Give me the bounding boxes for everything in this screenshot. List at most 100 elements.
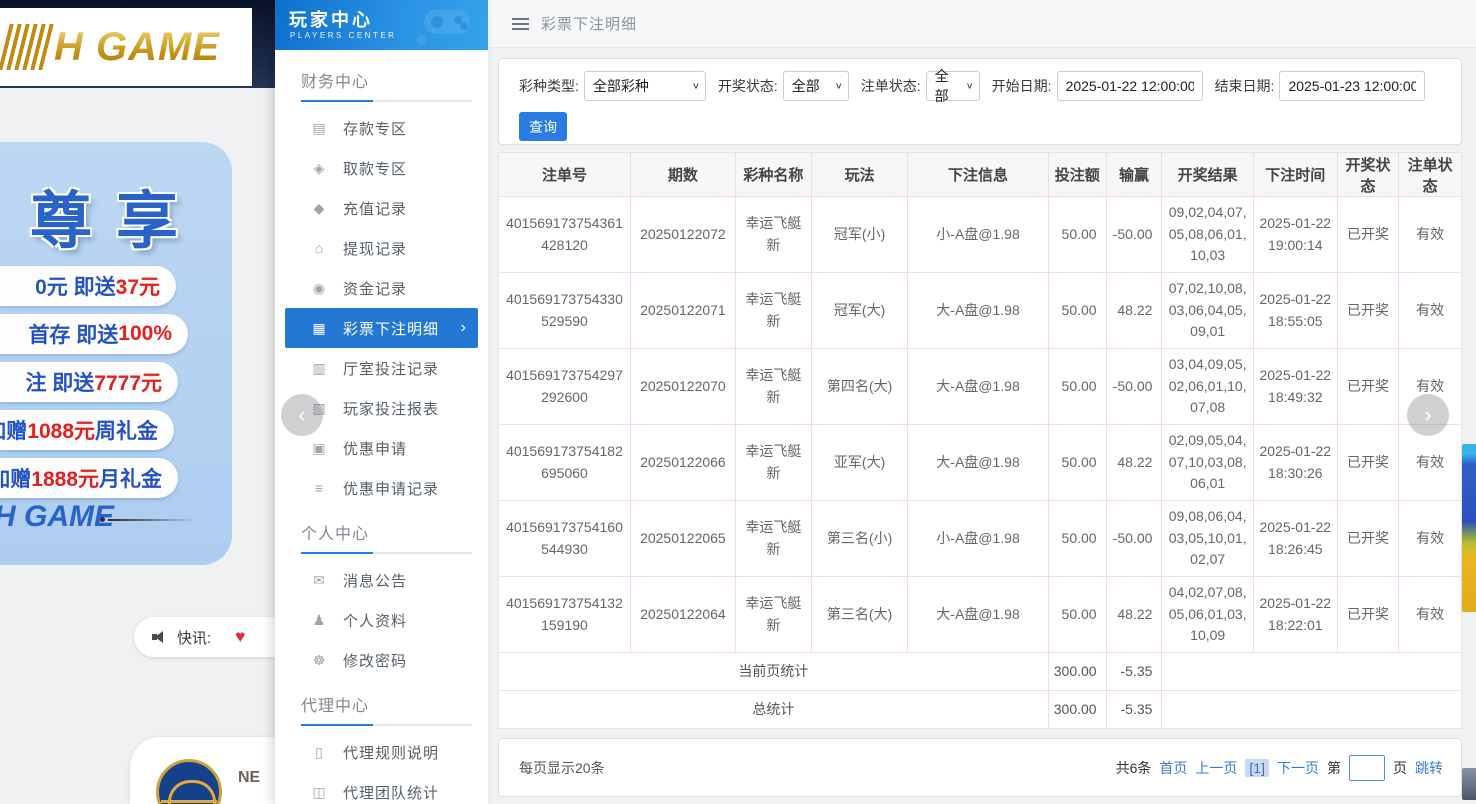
promo-pill-text: 首存 即送 bbox=[28, 324, 119, 347]
table-cell: 02,09,05,04,07,10,03,08,06,01 bbox=[1161, 424, 1254, 501]
floating-widget-edge[interactable] bbox=[1462, 444, 1476, 612]
table-cell: 50.00 bbox=[1047, 196, 1107, 273]
table-cell: 2025-01-22 18:26:45 bbox=[1252, 500, 1338, 577]
hh-game-logo: H GAME bbox=[0, 8, 252, 86]
table-cell: 2025-01-22 18:22:01 bbox=[1252, 576, 1338, 653]
table-cell: 幸运飞艇新 bbox=[734, 500, 812, 577]
sidebar-item-change-password[interactable]: ☸ 修改密码 bbox=[285, 640, 478, 680]
table-cell: 冠军(小) bbox=[810, 196, 909, 273]
first-page-link[interactable]: 首页 bbox=[1159, 758, 1187, 778]
nav-arrow-left-icon[interactable]: ‹ bbox=[281, 394, 323, 436]
lottery-type-label: 彩种类型: bbox=[519, 78, 579, 94]
sidebar-item-label: 代理团队统计 bbox=[343, 784, 440, 802]
table-cell: 小-A盘@1.98 bbox=[907, 196, 1049, 273]
table-cell: 20250122064 bbox=[629, 576, 736, 653]
sidebar-item-label: 玩家投注报表 bbox=[343, 400, 440, 418]
sidebar-item-personal-profile[interactable]: ♟ 个人资料 bbox=[285, 600, 478, 640]
sidebar-item-hall-bet-records[interactable]: ▥ 厅室投注记录 bbox=[285, 348, 478, 388]
sidebar-section-title: 财务中心 bbox=[301, 74, 370, 91]
table-cell: 401569173754330529590 bbox=[498, 272, 631, 349]
sidebar-item-withdraw-zone[interactable]: ◈ 取款专区 bbox=[285, 148, 478, 188]
sidebar-item-deposit-zone[interactable]: ▤ 存款专区 bbox=[285, 108, 478, 148]
sidebar-item-label: 优惠申请记录 bbox=[343, 480, 440, 498]
table-cell: 04,02,07,08,05,06,01,03,10,09 bbox=[1161, 576, 1254, 653]
order-status-select[interactable]: 全部 bbox=[925, 68, 980, 104]
promo-banner: 尊享 0元 即送37元首存 即送100%注 即送7777元加赠1088元周礼金加… bbox=[0, 142, 232, 565]
table-cell: 2025-01-22 18:49:32 bbox=[1252, 348, 1338, 425]
table-cell: 2025-01-22 18:30:26 bbox=[1252, 424, 1338, 501]
nav-arrow-right-icon[interactable]: › bbox=[1407, 394, 1449, 436]
table-cell: 50.00 bbox=[1047, 500, 1107, 577]
jump-button[interactable]: 跳转 bbox=[1415, 758, 1443, 778]
column-header: 彩种名称 bbox=[734, 152, 812, 197]
table-row: 401569173754182695060 20250122066 幸运飞艇新 亚军(… bbox=[498, 424, 1462, 501]
banner-title: 尊享 bbox=[30, 187, 203, 256]
table-cell: 2025-01-22 18:55:05 bbox=[1252, 272, 1338, 349]
sidebar-item-funds-records[interactable]: ◉ 资金记录 bbox=[285, 268, 478, 308]
sidebar-item-recharge-records[interactable]: ◆ 充值记录 bbox=[285, 188, 478, 228]
sidebar-item-label: 提现记录 bbox=[343, 240, 408, 258]
deposit-zone-icon: ▤ bbox=[312, 119, 326, 136]
table-cell: 幸运飞艇新 bbox=[734, 424, 812, 501]
sidebar-item-label: 取款专区 bbox=[343, 160, 408, 178]
bets-table-wrap: 注单号 期数 彩种名称 玩法 下注信息 投注额 输赢 开奖结果 下注时间 开奖状态 注单状态 4015… bbox=[498, 152, 1462, 729]
draw-status-value: 全部 bbox=[791, 78, 820, 94]
table-cell: 401569173754132159190 bbox=[498, 576, 631, 653]
withdrawal-records-icon: ⌂ bbox=[314, 240, 324, 256]
sidebar-item-withdrawal-records[interactable]: ⌂ 提现记录 bbox=[285, 228, 478, 268]
sidebar-item-promo-apply[interactable]: ▣ 优惠申请 bbox=[285, 428, 478, 468]
sidebar-item-agent-rules[interactable]: ▯ 代理规则说明 bbox=[285, 732, 478, 772]
chevron-right-icon: › bbox=[460, 319, 466, 336]
order-status-value: 全部 bbox=[934, 68, 949, 104]
sidebar-item-agent-team-stats[interactable]: ◫ 代理团队统计 bbox=[285, 772, 478, 804]
next-page-link[interactable]: 下一页 bbox=[1277, 758, 1319, 778]
jump-suffix-label: 页 bbox=[1393, 759, 1407, 776]
end-date-label: 结束日期: bbox=[1214, 78, 1275, 94]
filter-panel: 彩种类型: 全部彩种 开奖状态: 全部 注单状态: 全部 bbox=[498, 58, 1462, 145]
end-date-input[interactable] bbox=[1279, 71, 1426, 101]
news-ticker: 快讯: ♥ bbox=[134, 617, 275, 657]
table-cell: 03,04,09,05,02,06,01,10,07,08 bbox=[1161, 348, 1254, 425]
search-button[interactable]: 查询 bbox=[519, 112, 567, 141]
page-jump-input[interactable] bbox=[1349, 754, 1385, 781]
column-header: 注单号 bbox=[498, 152, 631, 197]
page-size-text: 每页显示20条 bbox=[519, 759, 605, 776]
table-cell: 第三名(小) bbox=[810, 500, 909, 577]
withdraw-zone-icon: ◈ bbox=[313, 159, 325, 176]
app-window: H GAME 尊享 0元 即送37元首存 即送100%注 即送7777元加赠10… bbox=[0, 0, 1476, 804]
total-summary-row: 总统计 300.00 -5.35 bbox=[498, 690, 1462, 729]
sidebar-item-lottery-bet-details[interactable]: ▦ 彩票下注明细 › bbox=[285, 308, 478, 348]
column-header: 玩法 bbox=[810, 152, 909, 197]
prev-page-link[interactable]: 上一页 bbox=[1195, 758, 1237, 778]
promo-pill-text: 100% bbox=[118, 322, 172, 345]
sidebar-section-title: 个人中心 bbox=[301, 526, 370, 543]
column-header: 下注时间 bbox=[1252, 152, 1338, 197]
table-cell: 50.00 bbox=[1047, 576, 1107, 653]
promo-pill-text: 1888元 bbox=[31, 468, 99, 491]
sidebar-item-promo-apply-records[interactable]: ≡ 优惠申请记录 bbox=[285, 468, 478, 508]
sidebar-item-message-announcements[interactable]: ✉ 消息公告 bbox=[285, 560, 478, 600]
start-date-input[interactable] bbox=[1056, 71, 1203, 101]
draw-status-label: 开奖状态: bbox=[717, 78, 778, 94]
table-cell: 401569173754361428120 bbox=[498, 196, 631, 273]
lottery-type-select[interactable]: 全部彩种 bbox=[583, 71, 706, 101]
table-cell: 20250122065 bbox=[629, 500, 736, 577]
main-content: 彩票下注明细 彩种类型: 全部彩种 开奖状态: 全部 注单状态: bbox=[488, 0, 1476, 804]
ticker-label: 快讯: bbox=[177, 629, 212, 647]
summary-label: 总统计 bbox=[498, 690, 1049, 729]
table-cell: 48.22 bbox=[1105, 272, 1163, 349]
menu-toggle-icon[interactable] bbox=[512, 15, 529, 33]
agent-team-stats-icon: ◫ bbox=[312, 783, 326, 800]
table-cell: 48.22 bbox=[1105, 576, 1163, 653]
floating-widget-bottom[interactable] bbox=[1462, 768, 1476, 800]
table-cell: 50.00 bbox=[1047, 348, 1107, 425]
draw-status-select[interactable]: 全部 bbox=[782, 71, 849, 101]
sidebar-item-label: 优惠申请 bbox=[343, 440, 408, 458]
table-cell: 第四名(大) bbox=[810, 348, 909, 425]
table-cell: 大-A盘@1.98 bbox=[907, 272, 1049, 349]
promo-pill: 加赠1088元周礼金 bbox=[0, 410, 174, 450]
promo-pill: 注 即送 7777元 bbox=[0, 362, 178, 402]
table-cell: 第三名(大) bbox=[810, 576, 909, 653]
sidebar-section-title: 代理中心 bbox=[301, 698, 370, 715]
pagination-bar: 每页显示20条 共6条 首页 上一页 [1] 下一页 第 页 跳转 bbox=[498, 738, 1462, 797]
